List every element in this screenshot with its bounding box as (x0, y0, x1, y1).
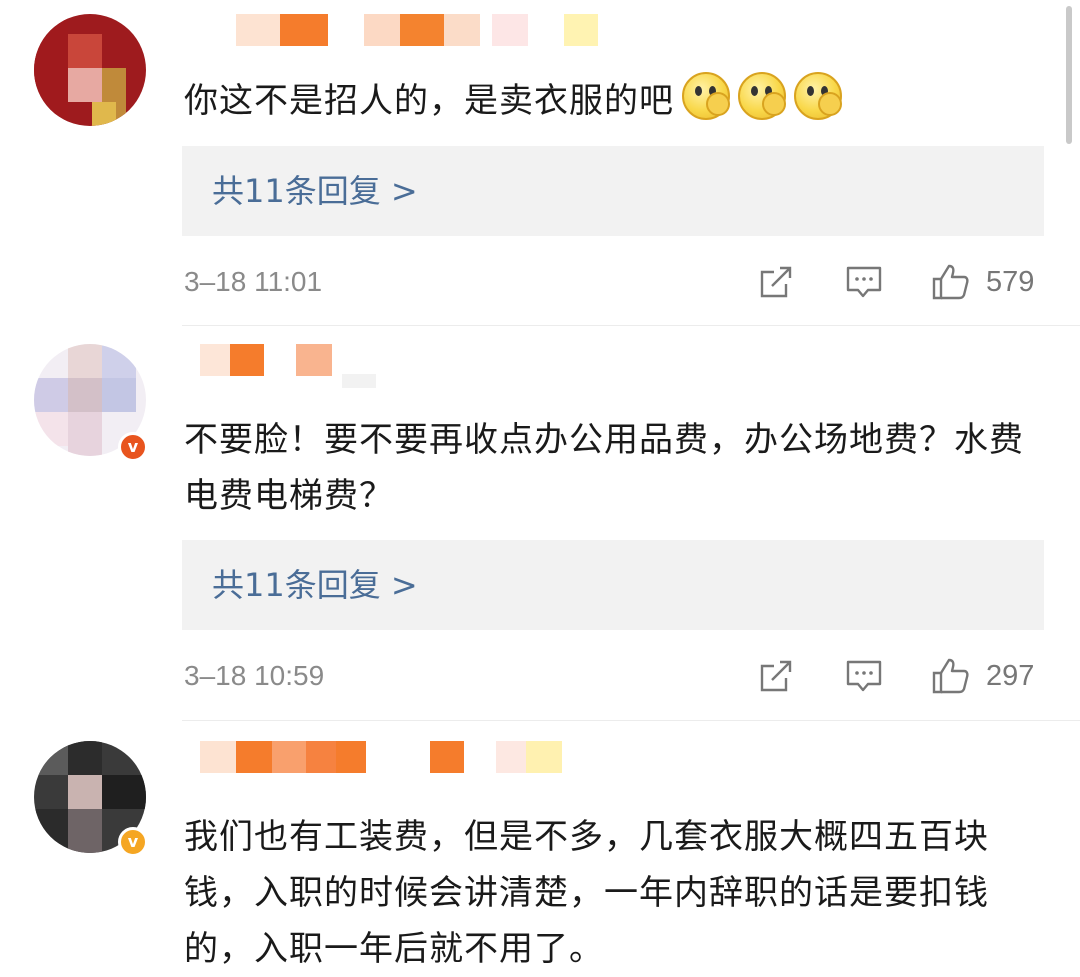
avatar[interactable] (34, 14, 146, 126)
share-icon[interactable] (756, 262, 796, 302)
comment-meta: 3–18 11:01 579 (184, 262, 1044, 302)
comment-text: 不要脸！要不要再收点办公用品费，办公场地费？水费电费电梯费？ (184, 420, 1024, 516)
view-replies-label: 共11条回复 > (212, 172, 418, 210)
share-icon[interactable] (756, 656, 796, 696)
comment-meta: 3–18 10:59 297 (184, 656, 1044, 696)
like-count: 297 (986, 660, 1035, 692)
thumbs-up-icon[interactable] (930, 656, 970, 696)
comment-icon[interactable] (844, 262, 884, 302)
comment-time: 3–18 11:01 (184, 266, 323, 297)
view-replies-button[interactable]: 共11条回复 > (182, 146, 1044, 236)
verified-v-icon: v (118, 827, 148, 857)
username-mosaic[interactable] (182, 344, 382, 388)
username-mosaic[interactable] (182, 741, 582, 785)
comment-text-content: 你这不是招人的，是卖衣服的吧 (184, 81, 674, 121)
view-replies-button[interactable]: 共11条回复 > (182, 540, 1044, 630)
comment-item: v 不要脸！要不要再收点办公用品费，办公场地费？水费电费电梯费？ 共11条回复 … (0, 326, 1080, 720)
comment-item: v 我们也有工装费，但是不多，几套衣服大概四五百块钱，入职的时候会讲清楚，一年内… (0, 721, 1080, 973)
comment-text: 我们也有工装费，但是不多，几套衣服大概四五百块钱，入职的时候会讲清楚，一年内辞职… (184, 817, 989, 969)
thumbs-up-icon[interactable] (930, 262, 970, 302)
thinking-emoji-icon (738, 72, 786, 120)
comment-time: 3–18 10:59 (184, 660, 325, 691)
verified-v-icon: v (118, 432, 148, 462)
thinking-emoji-icon (794, 72, 842, 120)
comment-text: 你这不是招人的，是卖衣服的吧 (184, 72, 1044, 129)
like-count: 579 (986, 266, 1035, 298)
username-mosaic[interactable] (182, 14, 602, 58)
comment-item: 你这不是招人的，是卖衣服的吧 共11条回复 > 3–18 11:01 579 (0, 0, 1080, 325)
thinking-emoji-icon (682, 72, 730, 120)
view-replies-label: 共11条回复 > (212, 566, 418, 604)
comment-icon[interactable] (844, 656, 884, 696)
